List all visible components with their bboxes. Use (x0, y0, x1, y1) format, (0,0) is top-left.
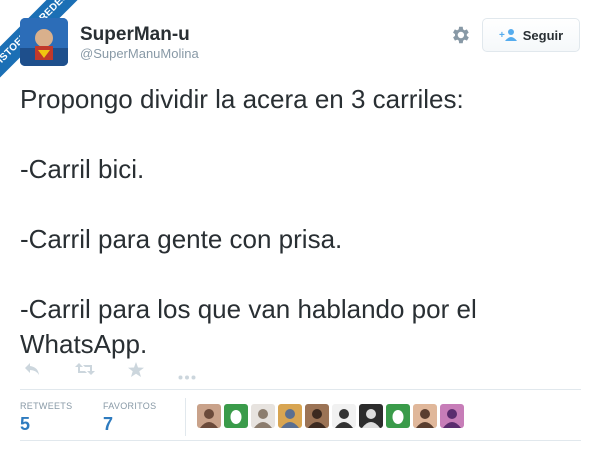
gear-icon[interactable] (449, 24, 471, 46)
default-egg-avatar[interactable] (386, 404, 410, 428)
stats-separator (185, 398, 186, 436)
tweet-text: Propongo dividir la acera en 3 carriles:… (20, 82, 580, 362)
favoriter-avatar[interactable] (332, 404, 356, 428)
tweet-line: -Carril bici. (20, 154, 145, 184)
favorites-count[interactable]: 7 (103, 414, 113, 435)
stats-top-divider (20, 389, 581, 390)
default-egg-avatar[interactable] (224, 404, 248, 428)
favorite-star-icon[interactable] (128, 362, 144, 382)
tweet-line: -Carril para los que van hablando por el… (20, 294, 477, 359)
follow-button[interactable]: + Seguir (482, 18, 580, 52)
reply-icon[interactable] (24, 362, 40, 381)
svg-text:+: + (499, 30, 505, 41)
favorites-label[interactable]: FAVORITOS (103, 401, 156, 411)
tweet-line: Propongo dividir la acera en 3 carriles: (20, 84, 464, 114)
user-display-name[interactable]: SuperMan-u (80, 24, 190, 46)
follow-button-label: Seguir (522, 27, 564, 43)
favoriter-avatar[interactable] (440, 404, 464, 428)
retweets-count[interactable]: 5 (20, 414, 30, 435)
more-options-icon[interactable] (178, 367, 196, 385)
favoriter-avatar[interactable] (359, 404, 383, 428)
tweet-line: -Carril para gente con prisa. (20, 224, 343, 254)
retweets-label[interactable]: RETWEETS (20, 401, 72, 411)
favoriter-avatar[interactable] (305, 404, 329, 428)
user-avatar[interactable] (20, 18, 68, 66)
favoriters-avatar-list (197, 404, 464, 428)
user-handle[interactable]: @SuperManuMolina (80, 46, 199, 61)
retweet-icon[interactable] (75, 362, 95, 381)
favoriter-avatar[interactable] (413, 404, 437, 428)
favoriter-avatar[interactable] (278, 404, 302, 428)
stats-bottom-divider (20, 440, 581, 441)
add-user-icon: + (499, 29, 517, 41)
favoriter-avatar[interactable] (197, 404, 221, 428)
favoriter-avatar[interactable] (251, 404, 275, 428)
